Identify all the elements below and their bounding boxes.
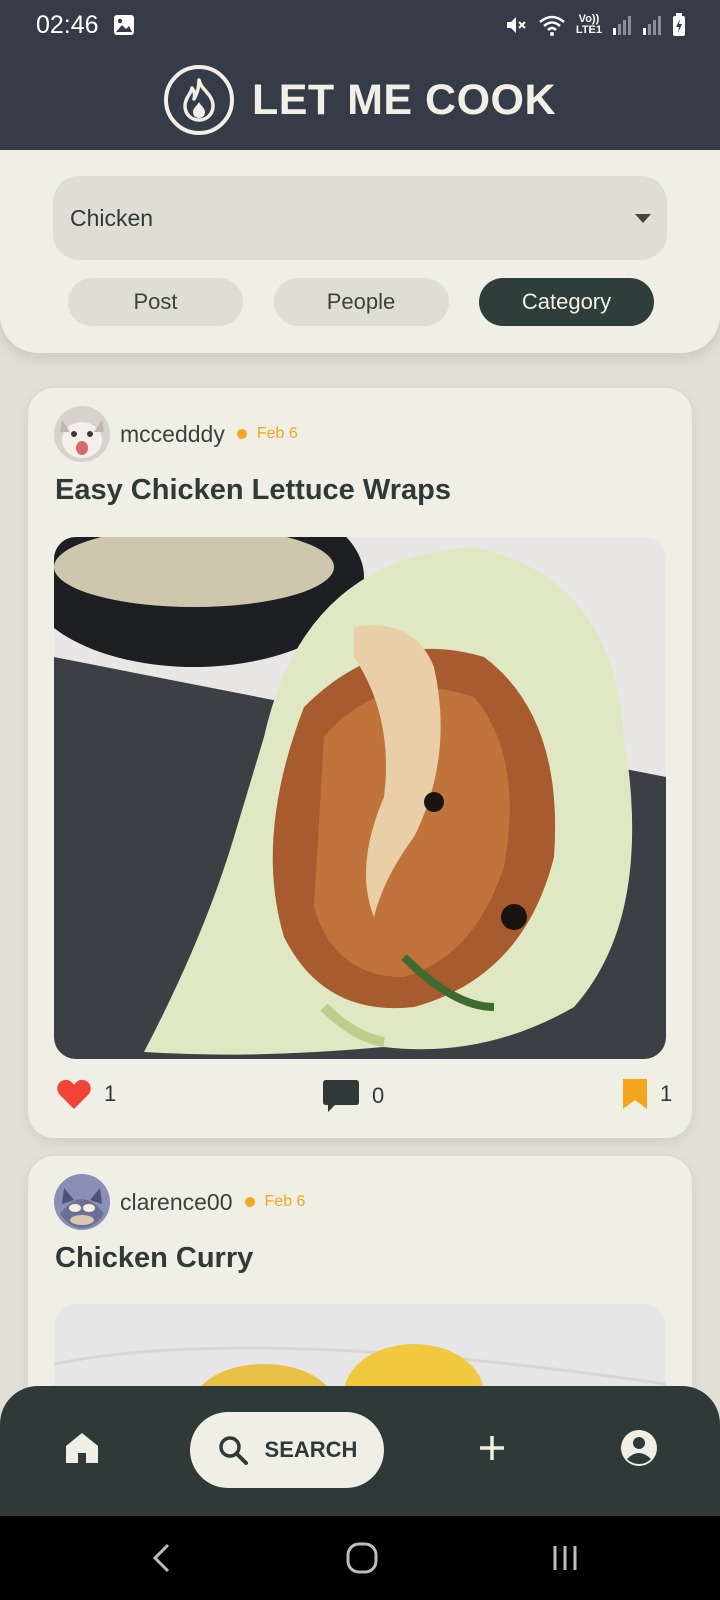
nav-home-button[interactable] — [60, 1426, 104, 1470]
post-date: Feb 6 — [264, 1193, 306, 1210]
like-count: 1 — [104, 1081, 117, 1106]
status-bar: 02:46 Vo)) LTE1 — [0, 0, 720, 50]
post-title[interactable]: Easy Chicken Lettuce Wraps — [55, 474, 451, 507]
heart-icon — [57, 1079, 91, 1109]
filter-post-button[interactable]: Post — [68, 278, 243, 326]
filter-category-button[interactable]: Category — [479, 278, 654, 326]
search-icon — [218, 1436, 248, 1465]
status-time: 02:46 — [36, 10, 99, 39]
bottom-nav: SEARCH — [0, 1386, 720, 1516]
user-avatar[interactable] — [54, 1174, 110, 1230]
post-username[interactable]: mccedddy — [120, 421, 225, 448]
bookmark-button[interactable]: 1 — [622, 1078, 672, 1110]
back-icon — [152, 1543, 170, 1573]
filter-people-button[interactable]: People — [273, 278, 449, 326]
signal-icon — [613, 16, 631, 35]
post-username[interactable]: clarence00 — [120, 1189, 233, 1216]
category-dropdown[interactable]: Chicken — [53, 176, 667, 260]
nav-search-button[interactable]: SEARCH — [190, 1412, 384, 1488]
post-author[interactable]: mccedddy Feb 6 — [54, 406, 298, 462]
system-home-button[interactable] — [340, 1536, 384, 1580]
mute-icon — [506, 17, 526, 33]
post-actions: 1 0 1 — [54, 1078, 672, 1118]
search-panel: Chicken Post People Category — [0, 150, 720, 353]
image-icon — [113, 15, 134, 35]
flame-icon — [183, 78, 215, 122]
post-date: Feb 6 — [256, 425, 298, 442]
add-icon — [480, 1436, 504, 1460]
app-header: LET ME COOK — [0, 50, 720, 150]
battery-charging-icon — [673, 13, 685, 36]
search-filter-tabs: Post People Category — [68, 278, 654, 326]
user-avatar[interactable] — [54, 406, 110, 462]
recents-icon — [553, 1546, 577, 1570]
post-title[interactable]: Chicken Curry — [55, 1242, 253, 1275]
comment-icon — [323, 1080, 359, 1112]
bookmark-icon — [623, 1079, 647, 1109]
system-recents-button[interactable] — [543, 1536, 587, 1580]
post-card[interactable]: mccedddy Feb 6 Easy Chicken Lettuce Wrap… — [28, 388, 692, 1138]
post-author[interactable]: clarence00 Feb 6 — [54, 1174, 305, 1230]
profile-icon — [621, 1430, 657, 1466]
category-dropdown-value: Chicken — [70, 204, 154, 231]
nav-search-label: SEARCH — [264, 1437, 358, 1462]
home-icon — [66, 1433, 98, 1463]
nav-profile-button[interactable] — [615, 1424, 663, 1472]
caret-down-icon — [635, 213, 651, 223]
app-logo — [163, 65, 234, 135]
separator-dot — [244, 1197, 255, 1207]
comment-button[interactable]: 0 — [322, 1078, 384, 1114]
wifi-icon — [539, 15, 565, 36]
separator-dot — [236, 429, 247, 439]
home-circle-icon — [346, 1542, 378, 1574]
post-image[interactable] — [54, 537, 666, 1059]
system-back-button[interactable] — [140, 1536, 184, 1580]
bookmark-count: 1 — [660, 1081, 673, 1106]
app-title: LET ME COOK — [251, 75, 557, 124]
system-nav-bar — [0, 1516, 720, 1600]
signal-icon — [643, 16, 661, 35]
like-button[interactable]: 1 — [56, 1078, 116, 1110]
comment-count: 0 — [372, 1083, 385, 1108]
nav-add-button[interactable] — [470, 1426, 514, 1470]
volte-lte-icon: Vo)) LTE1 — [575, 13, 602, 36]
